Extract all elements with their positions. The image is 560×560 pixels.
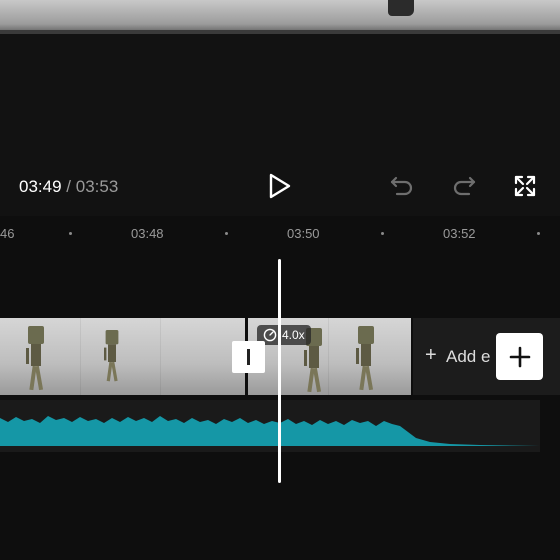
speed-badge[interactable]: 4.0x — [257, 325, 311, 345]
fullscreen-icon — [514, 175, 536, 197]
ruler-tick-dot — [69, 232, 72, 235]
clip-frame — [160, 318, 161, 395]
plus-icon: + — [425, 344, 437, 366]
video-clip[interactable] — [0, 318, 245, 395]
undo-icon — [390, 176, 413, 196]
fullscreen-button[interactable] — [513, 174, 537, 198]
video-preview — [0, 0, 560, 34]
time-separator: / — [66, 177, 72, 196]
redo-button[interactable] — [452, 175, 476, 197]
playhead[interactable] — [278, 259, 281, 483]
clip-frame — [80, 318, 81, 395]
total-time: 03:53 — [75, 177, 119, 196]
play-icon — [269, 173, 291, 199]
add-ending-label: Add e — [446, 347, 491, 366]
clip-frame — [328, 318, 329, 395]
add-clip-button[interactable] — [496, 333, 543, 380]
timecode: 03:49 / 03:53 — [19, 177, 118, 197]
ruler-tick-dot — [225, 232, 228, 235]
preview-figure — [388, 0, 414, 16]
play-button[interactable] — [268, 173, 292, 199]
undo-button[interactable] — [390, 175, 414, 197]
speed-value: 4.0x — [282, 328, 305, 342]
audio-waveform — [0, 416, 540, 446]
ruler-tick-label: 46 — [0, 226, 15, 241]
audio-track[interactable] — [0, 400, 540, 452]
ruler-tick-label: 03:48 — [131, 226, 164, 241]
ruler-tick-label: 03:50 — [287, 226, 320, 241]
ruler-tick-label: 03:52 — [443, 226, 476, 241]
trim-handle-grip — [247, 349, 250, 365]
current-time: 03:49 — [19, 177, 62, 196]
plus-icon — [509, 346, 530, 367]
redo-icon — [453, 176, 476, 196]
speed-icon — [263, 328, 277, 342]
ruler-tick-dot — [537, 232, 540, 235]
ruler-tick-dot — [381, 232, 384, 235]
clip-trim-handle[interactable] — [232, 341, 265, 373]
